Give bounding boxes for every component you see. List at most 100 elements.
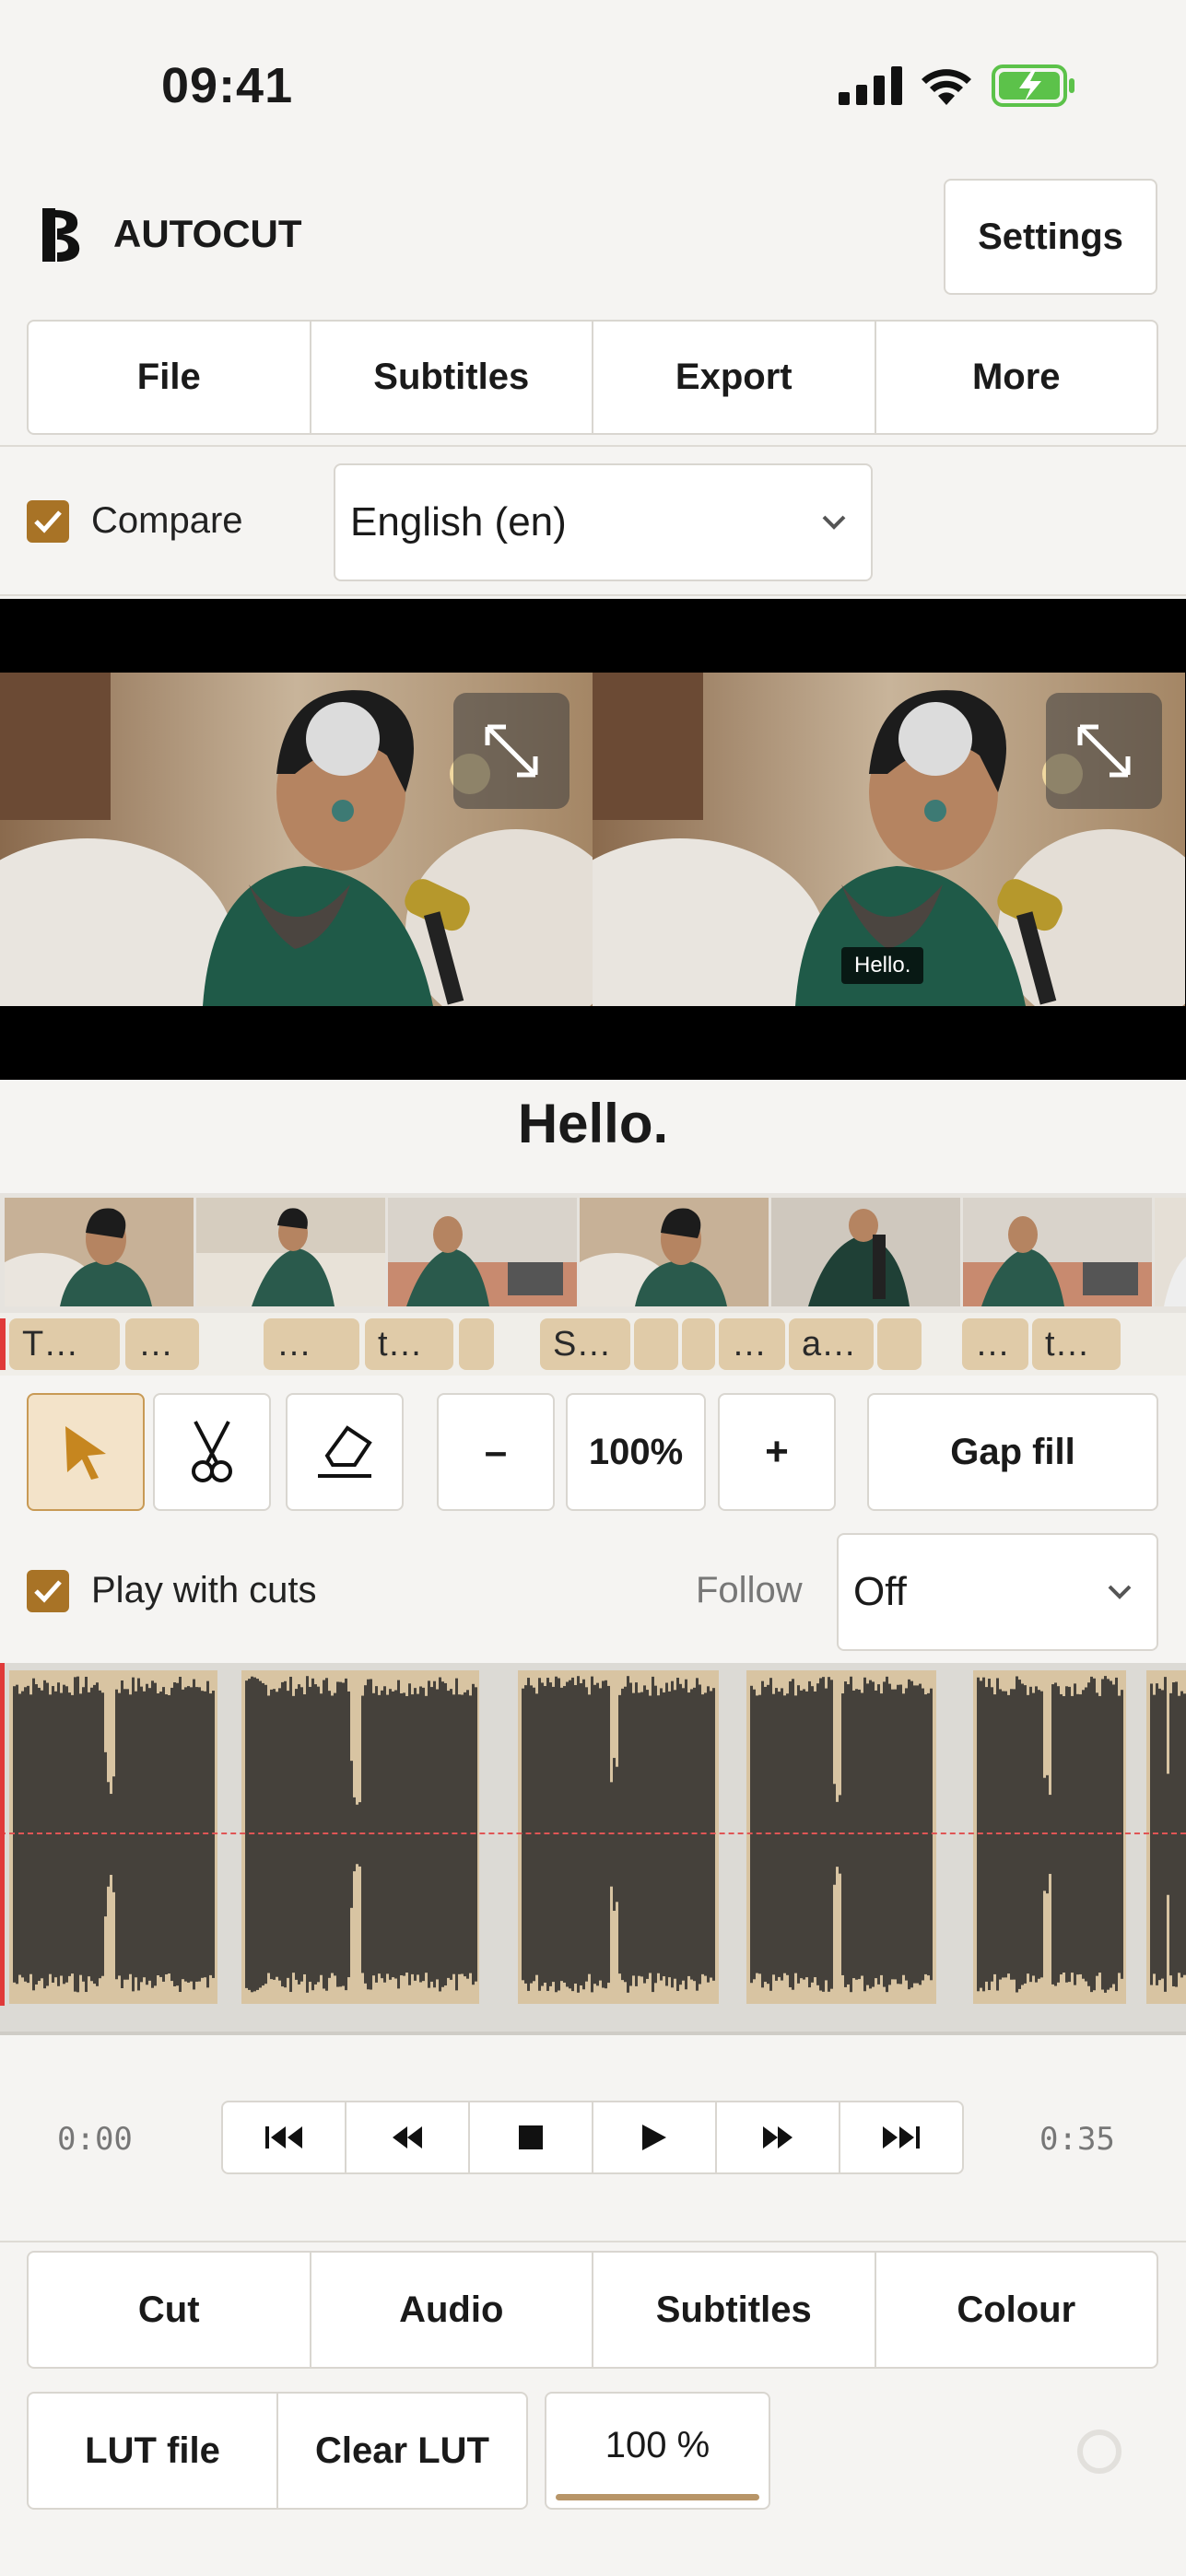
thumbnail-strip[interactable] (0, 1193, 1186, 1313)
waveform-bar (544, 1686, 546, 1983)
waveform-bar (605, 1680, 607, 1989)
waveform-bar (772, 1693, 775, 1975)
expand-preview-button[interactable] (1046, 693, 1162, 809)
menu-subtitles[interactable]: Subtitles (311, 322, 593, 433)
thumbnail (1155, 1198, 1186, 1306)
waveform-bar (13, 1686, 16, 1983)
play-button[interactable] (593, 2102, 717, 2172)
waveform-bar (629, 1682, 632, 1986)
pointer-arrow-icon (65, 1426, 106, 1480)
waveform-bar (635, 1682, 638, 1986)
waveform-bar (775, 1688, 778, 1981)
waveform-bar (624, 1686, 627, 1983)
waveform-bar (588, 1694, 591, 1974)
main-menu: File Subtitles Export More (27, 320, 1158, 435)
follow-select[interactable]: Off (837, 1533, 1158, 1651)
stop-button[interactable] (470, 2102, 593, 2172)
fast-forward-button[interactable] (717, 2102, 840, 2172)
segment-chip[interactable] (634, 1318, 678, 1370)
waveform-bar (79, 1693, 82, 1975)
waveform-bar (375, 1686, 378, 1983)
lut-intensity-slider[interactable]: 100 % (545, 2392, 770, 2510)
waveform-bar (187, 1686, 190, 1983)
thumbnail (580, 1198, 769, 1306)
rewind-icon (393, 2126, 422, 2149)
skip-to-end-button[interactable] (840, 2102, 962, 2172)
waveform-bar (361, 1695, 364, 1973)
waveform-bar (786, 1693, 789, 1975)
lut-file-button[interactable]: LUT file (29, 2394, 278, 2508)
settings-button[interactable]: Settings (944, 179, 1157, 295)
menu-more[interactable]: More (876, 322, 1157, 433)
thumbnail (771, 1198, 960, 1306)
gap-fill-button[interactable]: Gap fill (867, 1393, 1158, 1511)
audio-waveform[interactable] (0, 1663, 1186, 2032)
segment-chip[interactable]: t… (365, 1318, 453, 1370)
select-tool-button[interactable] (27, 1393, 145, 1511)
waveform-bar (325, 1678, 328, 1991)
waveform-bar (982, 1677, 985, 1992)
segment-chip[interactable]: T… (9, 1318, 120, 1370)
waveform-bar (1051, 1684, 1054, 1985)
waveform-bar (913, 1685, 916, 1984)
tab-colour[interactable]: Colour (876, 2253, 1157, 2367)
waveform-bar (184, 1687, 187, 1982)
segment-chip[interactable]: … (962, 1318, 1028, 1370)
waveform-bar (535, 1693, 538, 1975)
waveform-bar (204, 1691, 206, 1978)
tab-audio[interactable]: Audio (311, 2253, 593, 2367)
play-with-cuts-checkbox[interactable] (27, 1570, 69, 1612)
waveform-bar (1060, 1693, 1063, 1975)
waveform-bar (533, 1687, 535, 1982)
waveform-bar (148, 1688, 151, 1981)
cut-tool-button[interactable] (153, 1393, 271, 1511)
segment-chip[interactable]: t… (1032, 1318, 1121, 1370)
tab-subtitles[interactable]: Subtitles (593, 2253, 876, 2367)
tab-cut[interactable]: Cut (29, 2253, 311, 2367)
waveform-bar (151, 1680, 154, 1988)
clear-lut-button[interactable]: Clear LUT (278, 2394, 526, 2508)
menu-file[interactable]: File (29, 322, 311, 433)
expand-preview-button[interactable] (453, 693, 570, 809)
waveform-bar (886, 1676, 888, 1993)
waveform-bar (68, 1692, 71, 1976)
waveform-bar (60, 1692, 63, 1976)
waveform-bar (245, 1680, 248, 1988)
segment-chip[interactable]: … (719, 1318, 785, 1370)
waveform-bar (894, 1689, 897, 1980)
segment-chip[interactable] (459, 1318, 494, 1370)
segment-chip[interactable]: … (264, 1318, 359, 1370)
playhead[interactable] (0, 1663, 5, 2006)
scissors-icon (192, 1421, 232, 1482)
thumbnail (5, 1198, 194, 1306)
segment-chip[interactable]: … (125, 1318, 199, 1370)
skip-to-start-button[interactable] (223, 2102, 346, 2172)
waveform-bar (129, 1694, 132, 1974)
waveform-bar (29, 1694, 32, 1974)
language-select[interactable]: English (en) (334, 463, 873, 581)
rewind-button[interactable] (346, 2102, 470, 2172)
waveform-bar (408, 1683, 411, 1985)
current-subtitle: Hello. (517, 1093, 669, 1154)
waveform-bar (764, 1686, 767, 1983)
waveform-bar (919, 1683, 922, 1985)
waveform-bar (306, 1676, 309, 1993)
segment-chip[interactable] (877, 1318, 922, 1370)
menu-export[interactable]: Export (593, 322, 876, 433)
zoom-in-button[interactable]: + (718, 1393, 836, 1511)
waveform-bar (988, 1678, 991, 1991)
waveform-bar (411, 1694, 414, 1974)
waveform-bar (781, 1688, 783, 1981)
waveform-bar (320, 1693, 323, 1975)
waveform-bar (441, 1681, 444, 1987)
segment-chip[interactable] (682, 1318, 715, 1370)
waveform-bar (466, 1690, 469, 1979)
segment-chip[interactable]: S… (540, 1318, 630, 1370)
zoom-out-button[interactable]: – (437, 1393, 555, 1511)
segment-chip[interactable]: a… (789, 1318, 874, 1370)
waveform-bar (696, 1678, 699, 1991)
waveform-bar (621, 1688, 624, 1981)
compare-checkbox[interactable] (27, 500, 69, 543)
waveform-bar (71, 1694, 74, 1974)
eraser-tool-button[interactable] (286, 1393, 404, 1511)
